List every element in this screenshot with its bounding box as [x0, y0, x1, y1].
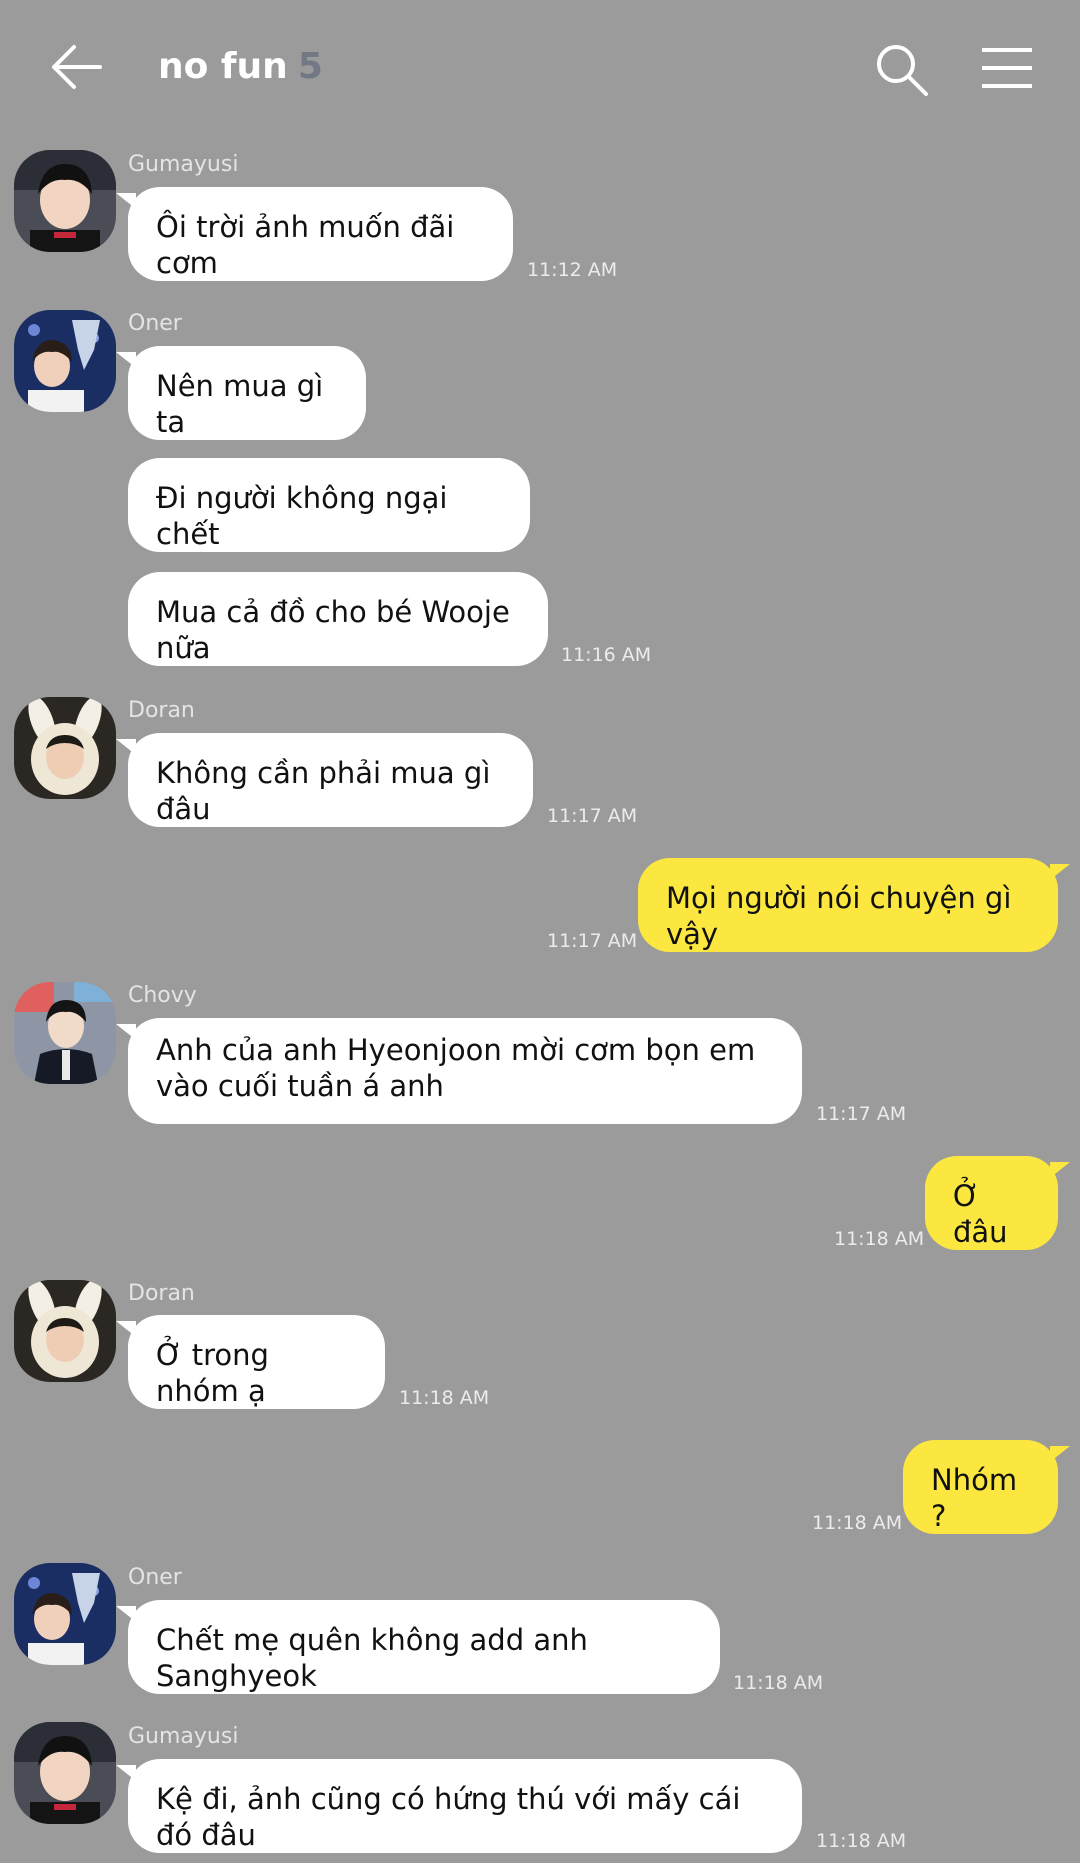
message-time: 11:18 AM	[812, 1512, 903, 1534]
message-time: 11:17 AM	[547, 805, 638, 827]
message-bubble-outgoing[interactable]: Mọi người nói chuyện gì vậy	[638, 858, 1070, 952]
menu-icon[interactable]	[980, 46, 1034, 90]
message-time: 11:18 AM	[816, 1830, 907, 1852]
avatar-gumayusi[interactable]	[14, 1722, 116, 1824]
avatar-gumayusi[interactable]	[14, 150, 116, 252]
message-time: 11:17 AM	[816, 1103, 907, 1125]
message-time: 11:18 AM	[834, 1228, 925, 1250]
message-bubble[interactable]: Mua cả đồ cho bé Wooje nữa	[128, 572, 548, 666]
member-count: 5	[297, 46, 323, 87]
avatar-oner[interactable]	[14, 310, 116, 412]
message-bubble[interactable]: Không cần phải mua gì đâu	[116, 733, 533, 827]
chat-title: no fun 5	[158, 46, 323, 87]
message-time: 11:16 AM	[561, 644, 652, 666]
message-time: 11:17 AM	[547, 930, 638, 952]
message-time: 11:18 AM	[733, 1672, 824, 1694]
message-bubble[interactable]: Kệ đi, ảnh cũng có hứng thú với mấy cái …	[116, 1759, 802, 1853]
sender-name: Oner	[128, 311, 182, 336]
chat-header: no fun 5	[0, 0, 1080, 135]
message-time: 11:12 AM	[527, 259, 618, 281]
avatar-oner[interactable]	[14, 1563, 116, 1665]
back-arrow-icon[interactable]	[48, 42, 104, 92]
avatar-chovy[interactable]	[14, 982, 116, 1084]
sender-name: Chovy	[128, 983, 197, 1008]
sender-name: Oner	[128, 1565, 182, 1590]
message-bubble[interactable]: Anh của anh Hyeonjoon mời cơm bọn em vào…	[116, 1018, 802, 1124]
chat-name: no fun	[158, 46, 288, 87]
message-bubble[interactable]: Chết mẹ quên không add anh Sanghyeok	[116, 1600, 720, 1694]
avatar-doran[interactable]	[14, 1280, 116, 1382]
message-bubble-outgoing[interactable]: Ở đâu	[925, 1156, 1070, 1250]
message-bubble[interactable]: Ở trong nhóm ạ	[116, 1315, 385, 1409]
message-bubble[interactable]: Đi người không ngại chết	[128, 458, 530, 552]
sender-name: Gumayusi	[128, 1724, 239, 1749]
sender-name: Doran	[128, 1281, 195, 1306]
avatar-doran[interactable]	[14, 697, 116, 799]
sender-name: Doran	[128, 698, 195, 723]
message-bubble[interactable]: Nên mua gì ta	[116, 346, 366, 440]
message-bubble[interactable]: Ôi trời ảnh muốn đãi cơm	[116, 187, 513, 281]
message-time: 11:18 AM	[399, 1387, 490, 1409]
message-bubble-outgoing[interactable]: Nhóm ?	[903, 1440, 1070, 1534]
sender-name: Gumayusi	[128, 152, 239, 177]
search-icon[interactable]	[874, 42, 930, 98]
